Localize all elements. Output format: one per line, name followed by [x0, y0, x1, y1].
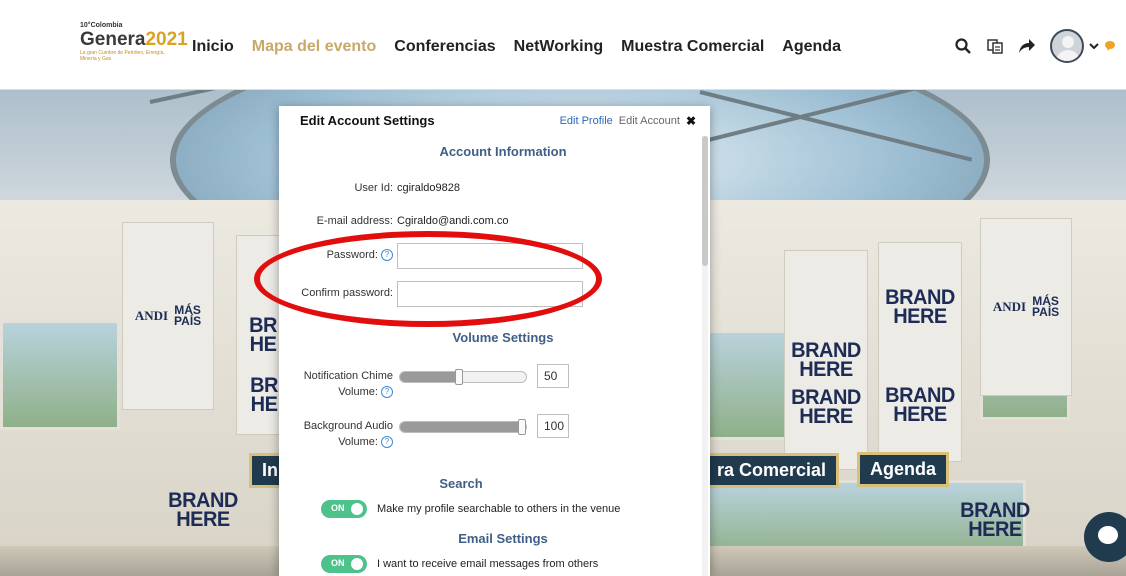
- andi-mas-pais-banner: ANDI MÁS PAÍS: [980, 218, 1072, 396]
- searchable-toggle-label: Make my profile searchable to others in …: [377, 503, 621, 515]
- avatar[interactable]: [1050, 29, 1084, 63]
- volume-settings-heading: Volume Settings: [452, 330, 554, 345]
- notification-volume-slider[interactable]: [399, 369, 527, 385]
- main-nav: Inicio Mapa del evento Conferencias NetW…: [192, 38, 841, 56]
- searchable-toggle[interactable]: ON: [321, 500, 367, 518]
- edit-profile-link[interactable]: Edit Profile: [560, 115, 613, 127]
- toggle-knob: [351, 503, 363, 515]
- chevron-down-icon[interactable]: [1088, 37, 1100, 55]
- agenda-sign[interactable]: Agenda: [857, 452, 950, 487]
- chat-bubble-icon: [1098, 526, 1118, 544]
- nav-item-agenda[interactable]: Agenda: [782, 38, 841, 56]
- top-navigation-bar: 10°Colombia Genera2021 La gran Cumbre de…: [0, 0, 1126, 90]
- background-volume-slider[interactable]: [399, 419, 527, 435]
- dialog-title: Edit Account Settings: [300, 113, 435, 128]
- avatar-body: [1056, 50, 1080, 61]
- translate-icon[interactable]: [986, 37, 1004, 55]
- dialog-header: Edit Account Settings Edit Profile Edit …: [300, 113, 696, 131]
- email-value: Cgiraldo@andi.com.co: [397, 215, 509, 227]
- help-icon[interactable]: ?: [381, 436, 393, 449]
- share-icon[interactable]: [1018, 37, 1036, 55]
- dialog-links: Edit Profile Edit Account ✖: [560, 114, 696, 128]
- background-volume-value[interactable]: 100: [537, 414, 569, 438]
- user-id-label: User Id:: [354, 182, 393, 194]
- toggle-state-label: ON: [331, 503, 345, 513]
- notification-chime-volume-label: Notification Chime Volume: ?: [303, 370, 393, 399]
- confirm-password-label: Confirm password:: [301, 287, 393, 299]
- email-settings-heading: Email Settings: [458, 531, 548, 546]
- toggle-state-label: ON: [331, 558, 345, 568]
- nav-item-conferencias[interactable]: Conferencias: [394, 38, 495, 56]
- confirm-password-field[interactable]: [397, 281, 583, 307]
- chat-bubble-button[interactable]: [1084, 512, 1126, 562]
- brand-here-banner: BRAND HERE: [791, 386, 861, 428]
- edit-account-link[interactable]: Edit Account: [619, 115, 680, 127]
- nav-item-inicio[interactable]: Inicio: [192, 38, 234, 56]
- slider-fill: [400, 422, 526, 432]
- brand-here-banner: BRAND HERE: [885, 384, 955, 426]
- dialog-scrollbar[interactable]: [702, 136, 708, 576]
- edit-account-settings-dialog: Edit Account Settings Edit Profile Edit …: [279, 106, 710, 576]
- search-icon[interactable]: [954, 37, 972, 55]
- password-label: Password: ?: [279, 249, 393, 262]
- brand-here-sign: BRAND HERE: [168, 489, 238, 531]
- slider-fill: [400, 372, 463, 382]
- nav-item-networking[interactable]: NetWorking: [514, 38, 603, 56]
- top-icons: [954, 28, 1116, 64]
- notification-volume-value[interactable]: 50: [537, 364, 569, 388]
- slider-thumb[interactable]: [455, 369, 463, 385]
- close-icon[interactable]: ✖: [686, 114, 696, 128]
- muestra-comercial-sign[interactable]: ra Comercial: [704, 453, 840, 488]
- slider-thumb[interactable]: [518, 419, 526, 435]
- nav-item-muestra-comercial[interactable]: Muestra Comercial: [621, 38, 764, 56]
- logo-main-text: Genera2021: [80, 29, 188, 50]
- brand-here-sign: BRAND HERE: [960, 499, 1030, 541]
- brand-here-banner-partial: BR HE: [250, 374, 278, 416]
- andi-mas-pais-banner: ANDI MÁS PAÍS: [122, 222, 214, 410]
- avatar-head: [1062, 36, 1074, 48]
- help-icon[interactable]: ?: [381, 249, 393, 262]
- venue-window: [0, 320, 120, 430]
- toggle-knob: [351, 558, 363, 570]
- email-label: E-mail address:: [316, 215, 393, 227]
- andi-logo: ANDI MÁS PAÍS: [992, 294, 1060, 319]
- account-information-heading: Account Information: [439, 144, 567, 159]
- password-field[interactable]: [397, 243, 583, 269]
- logo-sub-text: La gran Cumbre de Petróleo, Energía, Min…: [80, 50, 165, 62]
- search-heading: Search: [439, 476, 483, 491]
- help-icon[interactable]: ?: [381, 386, 393, 399]
- user-id-value: cgiraldo9828: [397, 182, 460, 194]
- nav-item-mapa-del-evento[interactable]: Mapa del evento: [252, 38, 376, 56]
- email-messages-toggle-label: I want to receive email messages from ot…: [377, 558, 599, 570]
- scrollbar-thumb[interactable]: [702, 136, 708, 266]
- chat-icon[interactable]: [1104, 37, 1116, 55]
- colombia-genera-logo[interactable]: 10°Colombia Genera2021 La gran Cumbre de…: [80, 22, 188, 74]
- andi-logo: ANDI MÁS PAÍS: [134, 303, 202, 328]
- background-audio-volume-label: Background Audio Volume: ?: [303, 420, 393, 449]
- email-messages-toggle[interactable]: ON: [321, 555, 367, 573]
